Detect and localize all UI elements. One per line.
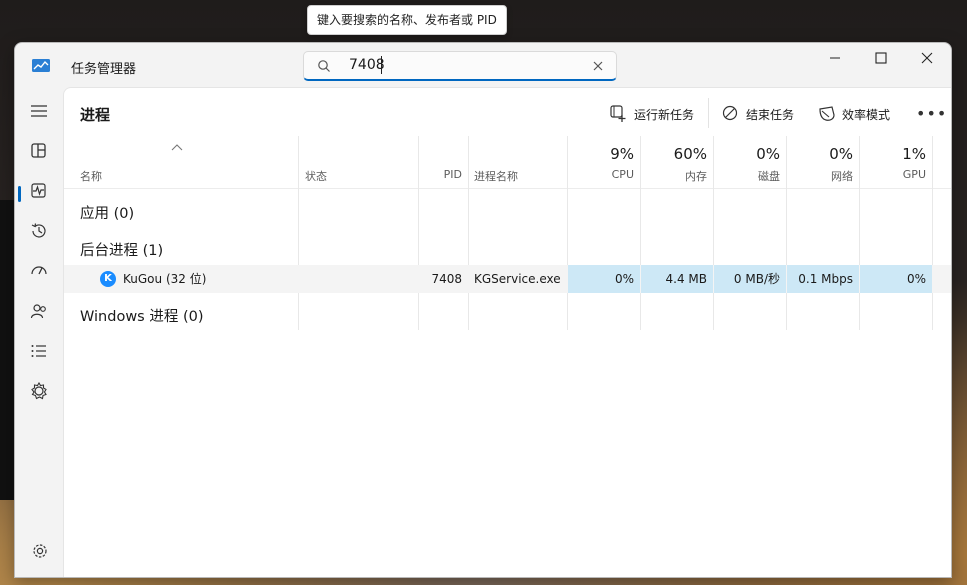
hamburger-icon (31, 105, 47, 117)
end-task-label: 结束任务 (746, 108, 795, 122)
processes-page: 进程 运行新任务 结束任务 效率模式 ••• 名称 状态 PID 进程名称 9%… (63, 87, 951, 577)
details-icon (31, 345, 46, 357)
efficiency-mode-label: 效率模式 (842, 108, 891, 122)
column-divider (468, 136, 469, 330)
column-header-gpu[interactable]: GPU (861, 168, 926, 181)
column-divider (567, 136, 568, 330)
nav-startup-apps[interactable] (23, 255, 55, 287)
services-icon (31, 382, 47, 400)
close-button[interactable] (904, 43, 950, 73)
more-options-icon[interactable]: ••• (916, 104, 947, 123)
table-row[interactable]: K KuGou (32 位) 7408 KGService.exe 0% 4.4… (64, 265, 951, 293)
minimize-icon (830, 57, 840, 59)
column-divider (786, 136, 787, 330)
column-header-disk[interactable]: 磁盘 (715, 168, 780, 184)
process-disk-cell: 0 MB/秒 (714, 265, 786, 293)
close-icon (921, 52, 933, 64)
title-bar: 任务管理器 7408 (15, 43, 951, 87)
process-memory-cell: 4.4 MB (641, 265, 713, 293)
maximize-button[interactable] (858, 43, 904, 73)
process-cpu-cell: 0% (568, 265, 640, 293)
column-divider (298, 136, 299, 330)
run-new-task-label: 运行新任务 (634, 108, 695, 122)
processes-icon (31, 143, 46, 158)
search-input[interactable]: 7408 (349, 57, 385, 73)
desktop-background-edge (0, 200, 14, 500)
network-total-percent[interactable]: 0% (788, 145, 853, 163)
task-manager-app-icon (32, 59, 50, 72)
search-box[interactable]: 7408 (303, 51, 617, 81)
column-divider (640, 136, 641, 330)
memory-total-percent[interactable]: 60% (642, 145, 707, 163)
process-network-cell: 0.1 Mbps (787, 265, 859, 293)
kugou-icon-letter: K (104, 273, 112, 284)
column-divider (859, 136, 860, 330)
column-divider (713, 136, 714, 330)
gpu-total-percent[interactable]: 1% (861, 145, 926, 163)
nav-menu-toggle[interactable] (23, 95, 55, 127)
nav-details[interactable] (23, 335, 55, 367)
users-icon (30, 304, 46, 319)
task-manager-window: 任务管理器 7408 进程 运行新任务 结束任务 效率模式 ••• 名称 状态 … (14, 42, 952, 578)
group-background-processes[interactable]: 后台进程 (1) (80, 239, 163, 260)
column-divider (418, 136, 419, 330)
process-name-cell: KuGou (32 位) (123, 272, 207, 286)
minimize-button[interactable] (812, 43, 858, 73)
column-header-pid[interactable]: PID (426, 168, 462, 181)
kugou-app-icon: K (100, 271, 116, 287)
column-header-status[interactable]: 状态 (305, 168, 327, 184)
efficiency-leaf-icon (819, 106, 835, 121)
app-history-icon (31, 223, 46, 238)
search-tooltip: 键入要搜索的名称、发布者或 PID (307, 5, 507, 35)
settings-icon (33, 544, 47, 558)
nav-processes[interactable] (23, 135, 55, 167)
column-divider (932, 136, 933, 330)
nav-settings[interactable] (32, 543, 48, 563)
column-header-cpu[interactable]: CPU (569, 168, 634, 181)
end-task-icon (722, 105, 738, 121)
command-divider (708, 98, 709, 128)
process-pid-cell: 7408 (431, 272, 462, 286)
search-icon (318, 60, 330, 72)
cpu-total-percent[interactable]: 9% (569, 145, 634, 163)
column-header-process-name[interactable]: 进程名称 (474, 168, 518, 184)
group-apps[interactable]: 应用 (0) (80, 202, 134, 223)
clear-search-icon[interactable] (591, 59, 605, 73)
navigation-rail (15, 87, 63, 577)
process-image-name-cell: KGService.exe (474, 272, 561, 286)
column-header-network[interactable]: 网络 (788, 168, 853, 184)
nav-selection-indicator (18, 186, 21, 202)
maximize-icon (875, 52, 887, 64)
nav-performance[interactable] (23, 175, 55, 207)
page-title: 进程 (80, 106, 111, 124)
column-header-name[interactable]: 名称 (80, 168, 102, 184)
run-new-task-icon (610, 105, 626, 122)
startup-apps-icon (31, 266, 47, 275)
disk-total-percent[interactable]: 0% (715, 145, 780, 163)
window-title: 任务管理器 (71, 62, 137, 77)
nav-services[interactable] (23, 375, 55, 407)
performance-icon (31, 183, 46, 198)
text-caret (381, 56, 382, 74)
group-windows-processes[interactable]: Windows 进程 (0) (80, 305, 203, 326)
process-gpu-cell: 0% (860, 265, 932, 293)
nav-app-history[interactable] (23, 215, 55, 247)
column-header-memory[interactable]: 内存 (642, 168, 707, 184)
nav-users[interactable] (23, 295, 55, 327)
sort-ascending-icon (171, 144, 183, 151)
